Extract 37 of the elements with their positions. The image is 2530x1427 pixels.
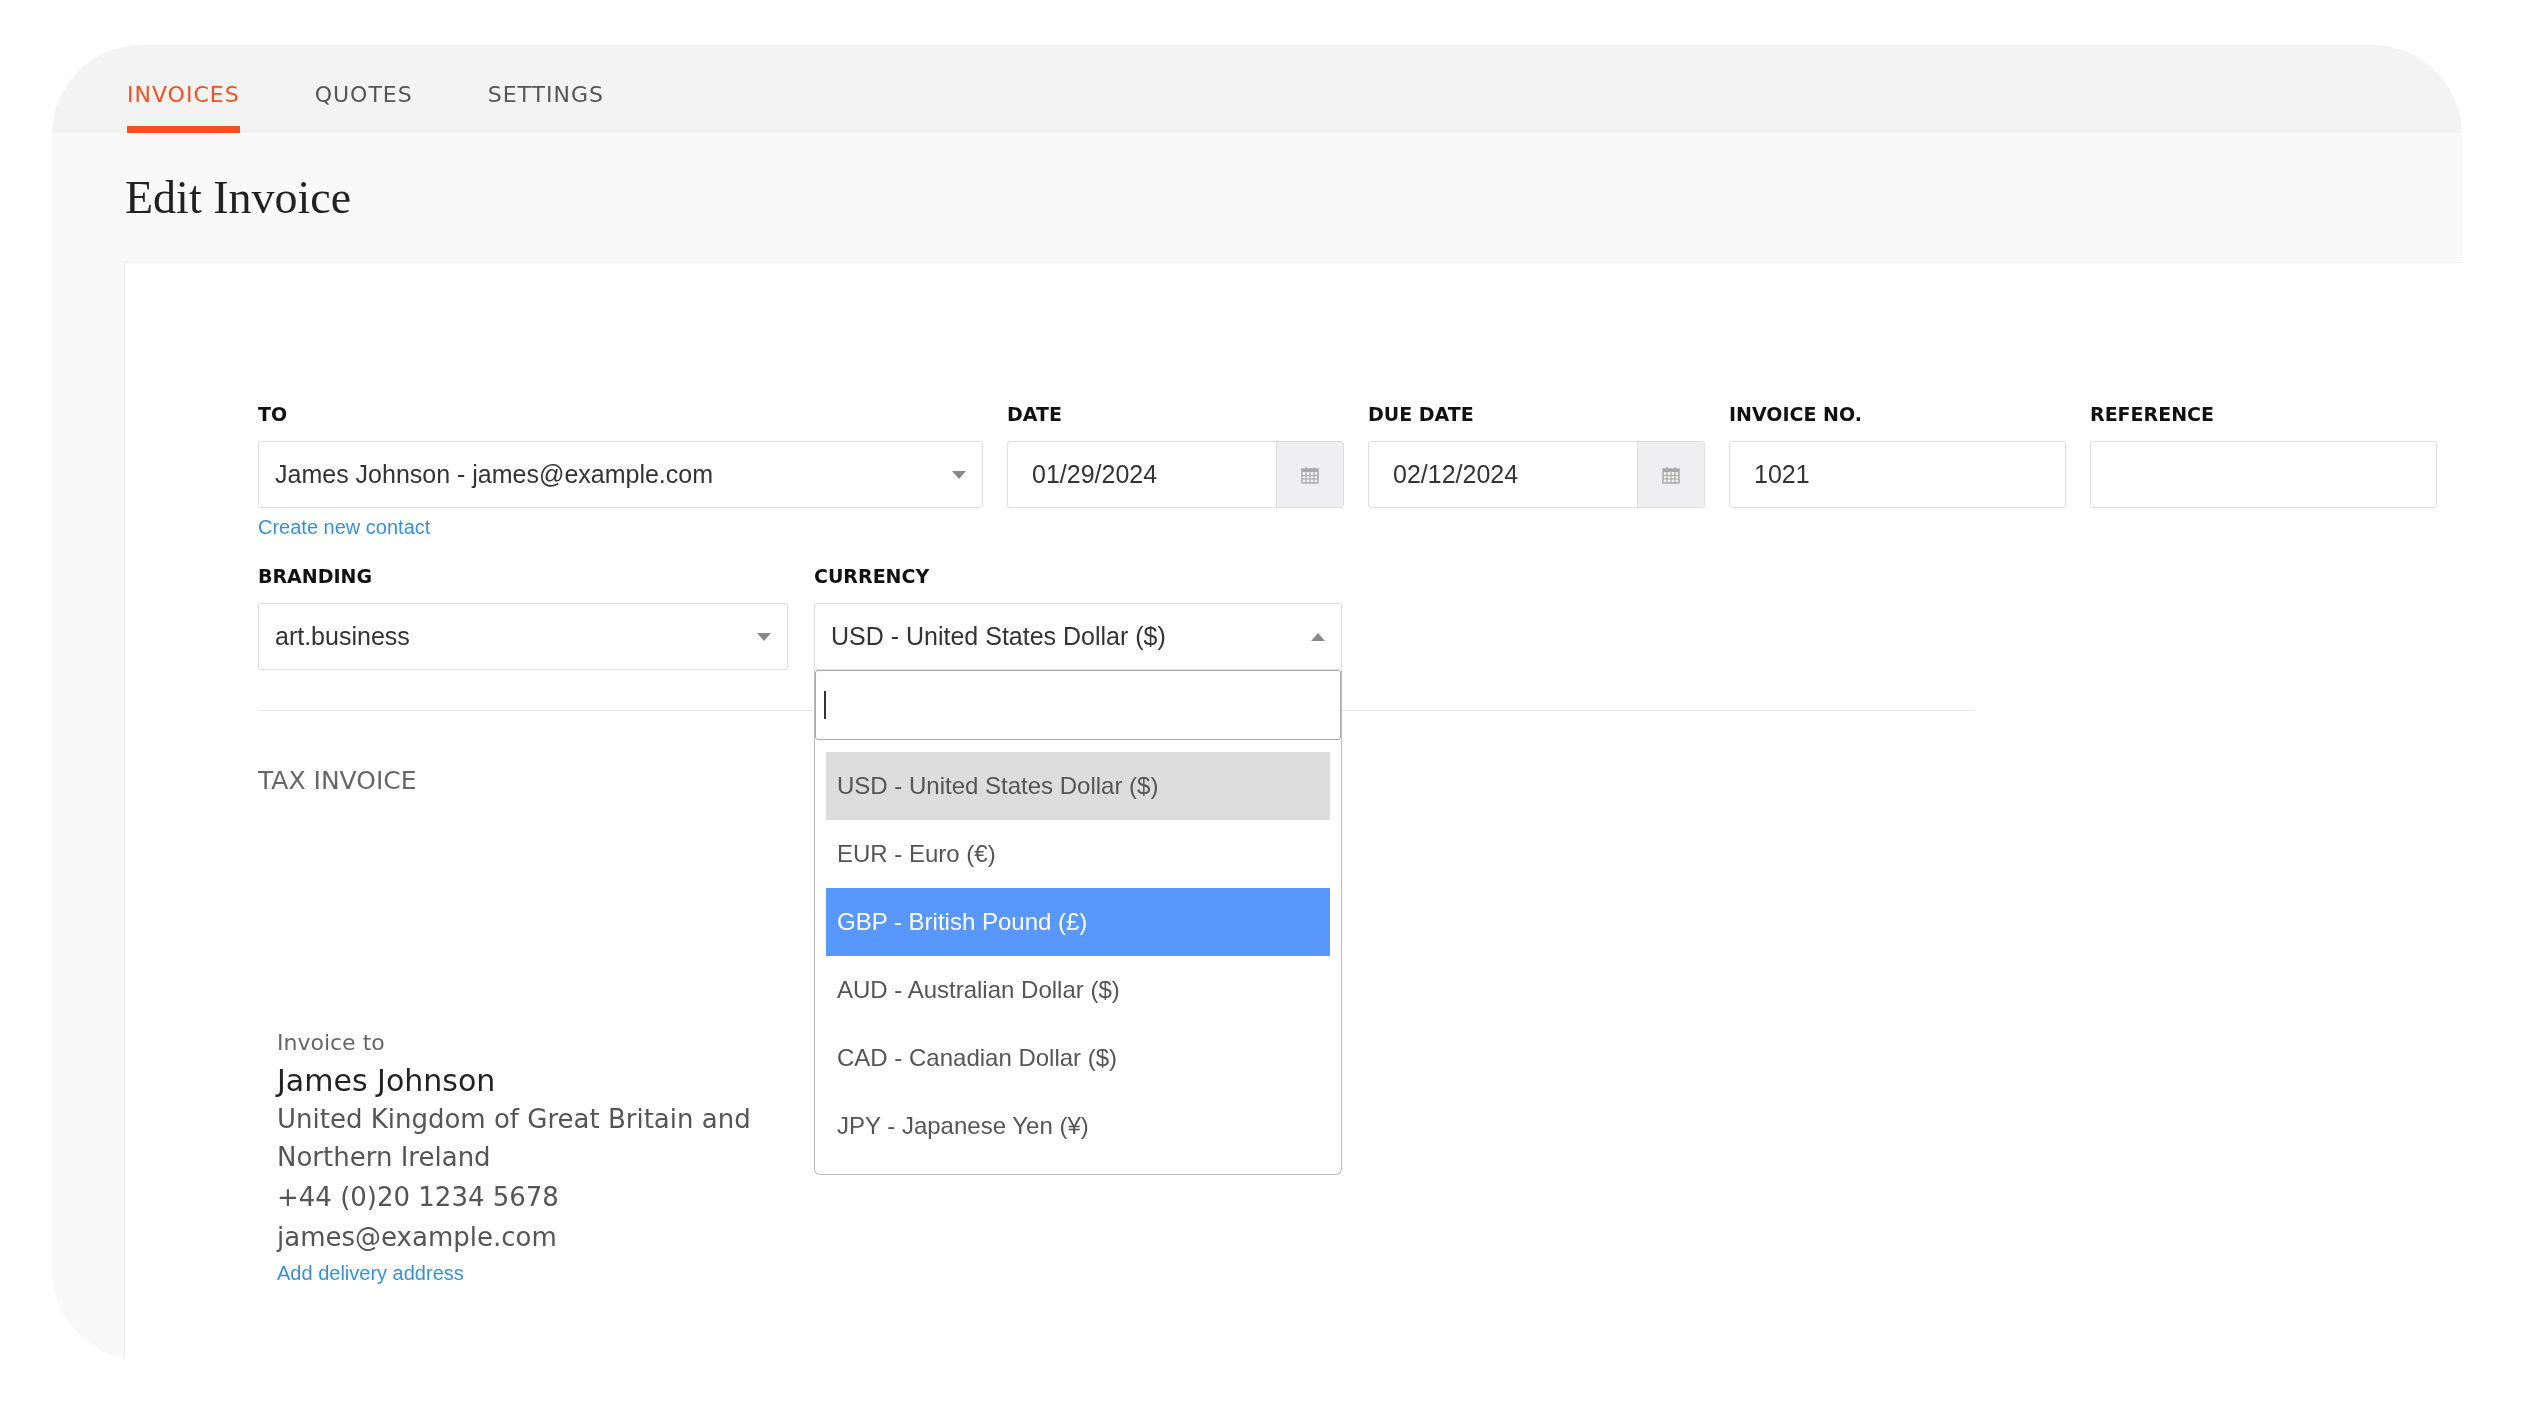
calendar-icon bbox=[1301, 465, 1319, 484]
field-label: TO bbox=[258, 403, 288, 427]
search-field[interactable] bbox=[815, 670, 1341, 740]
page-title: Edit Invoice bbox=[125, 171, 352, 224]
calendar-button[interactable] bbox=[1276, 442, 1343, 507]
field-label: DUE DATE bbox=[1368, 403, 1474, 427]
contact-phone: +44 (0)20 1234 5678 bbox=[277, 1181, 559, 1214]
caret-icon bbox=[757, 632, 771, 641]
field-label: BRANDING bbox=[258, 565, 373, 589]
calendar-button[interactable] bbox=[1637, 442, 1704, 507]
tab[interactable]: QUOTES bbox=[314, 45, 413, 133]
field-label: CURRENCY bbox=[814, 565, 930, 589]
caret-icon bbox=[952, 470, 966, 479]
contact-address: United Kingdom of Great Britain and Northern Ireland bbox=[277, 1103, 752, 1174]
dropdown-option[interactable]: EUR - Euro (€) bbox=[826, 820, 1330, 888]
select-field[interactable]: USD - United States Dollar ($) bbox=[814, 603, 1342, 670]
select-field[interactable]: art.business bbox=[258, 603, 788, 670]
field-label: DATE bbox=[1007, 403, 1062, 427]
input-field[interactable]: 1021 bbox=[1729, 441, 2066, 508]
section-title: TAX INVOICE bbox=[258, 766, 417, 795]
date-field[interactable]: 01/29/2024 bbox=[1007, 441, 1344, 508]
calendar-icon bbox=[1662, 465, 1680, 484]
tab[interactable]: SETTINGS bbox=[487, 45, 604, 133]
select-field[interactable]: James Johnson - james@example.com bbox=[258, 441, 983, 508]
dropdown-option[interactable]: CAD - Canadian Dollar ($) bbox=[826, 1024, 1330, 1092]
contact-email: james@example.com bbox=[277, 1221, 557, 1254]
field-label: REFERENCE bbox=[2090, 403, 2214, 427]
invoice-to-heading: Invoice to bbox=[277, 1030, 385, 1055]
dropdown-option[interactable]: AUD - Australian Dollar ($) bbox=[826, 956, 1330, 1024]
dropdown-option[interactable]: JPY - Japanese Yen (¥) bbox=[826, 1092, 1330, 1160]
contact-name: James Johnson bbox=[277, 1063, 496, 1098]
text-cursor bbox=[824, 691, 826, 719]
dropdown-option[interactable]: USD - United States Dollar ($) bbox=[826, 752, 1330, 820]
caret-icon bbox=[1311, 632, 1325, 641]
input-field[interactable] bbox=[2090, 441, 2437, 508]
date-field[interactable]: 02/12/2024 bbox=[1368, 441, 1705, 508]
field-label: INVOICE NO. bbox=[1729, 403, 1862, 427]
